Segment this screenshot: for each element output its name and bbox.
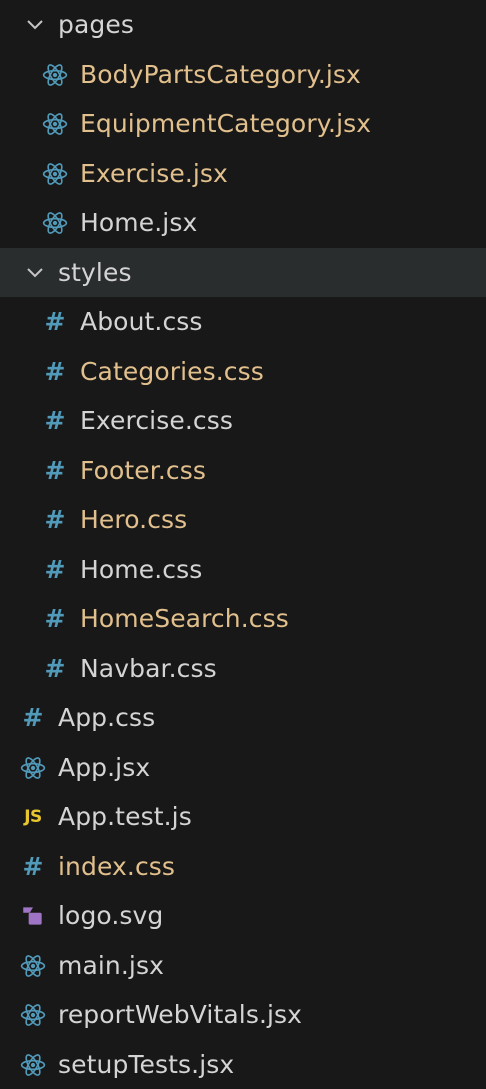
file-hero-css[interactable]: # Hero.css (0, 495, 486, 544)
file-app-css[interactable]: # App.css (0, 693, 486, 742)
file-label: Navbar.css (80, 654, 217, 683)
file-exercise-jsx[interactable]: Exercise.jsx (0, 149, 486, 198)
hash-icon: # (44, 307, 66, 336)
file-label: Home.jsx (80, 208, 198, 237)
hash-icon: # (44, 406, 66, 435)
file-label: HomeSearch.css (80, 604, 289, 633)
react-icon (20, 1002, 46, 1028)
file-exercise-css[interactable]: # Exercise.css (0, 396, 486, 445)
file-label: Exercise.jsx (80, 159, 228, 188)
react-icon (42, 111, 68, 137)
js-icon: JS (24, 806, 42, 827)
folder-pages[interactable]: pages (0, 0, 486, 49)
file-navbar-css[interactable]: # Navbar.css (0, 644, 486, 693)
file-label: Categories.css (80, 357, 264, 386)
file-about-css[interactable]: # About.css (0, 297, 486, 346)
react-icon (42, 62, 68, 88)
hash-icon: # (22, 703, 44, 732)
file-label: logo.svg (58, 901, 164, 930)
hash-icon: # (44, 357, 66, 386)
file-bodypartscategory-jsx[interactable]: BodyPartsCategory.jsx (0, 50, 486, 99)
file-footer-css[interactable]: # Footer.css (0, 446, 486, 495)
file-main-jsx[interactable]: main.jsx (0, 941, 486, 990)
file-label: reportWebVitals.jsx (58, 1000, 303, 1029)
file-label: App.test.js (58, 802, 192, 831)
file-homesearch-css[interactable]: # HomeSearch.css (0, 594, 486, 643)
file-label: Exercise.css (80, 406, 233, 435)
file-label: setupTests.jsx (58, 1050, 235, 1079)
file-label: BodyPartsCategory.jsx (80, 60, 361, 89)
file-logo-svg[interactable]: logo.svg (0, 891, 486, 940)
file-home-css[interactable]: # Home.css (0, 545, 486, 594)
folder-label: pages (58, 10, 134, 39)
file-index-css[interactable]: # index.css (0, 842, 486, 891)
folder-styles[interactable]: styles (0, 248, 486, 297)
chevron-down-icon[interactable] (22, 260, 48, 286)
chevron-down-icon[interactable] (22, 12, 48, 38)
hash-icon: # (44, 604, 66, 633)
file-label: About.css (80, 307, 203, 336)
file-equipmentcategory-jsx[interactable]: EquipmentCategory.jsx (0, 99, 486, 148)
hash-icon: # (44, 654, 66, 683)
react-icon (20, 953, 46, 979)
file-label: main.jsx (58, 951, 164, 980)
svg-file-icon (20, 903, 46, 929)
react-icon (42, 161, 68, 187)
hash-icon: # (44, 505, 66, 534)
file-label: App.jsx (58, 753, 151, 782)
folder-label: styles (58, 258, 132, 287)
file-label: Home.css (80, 555, 203, 584)
hash-icon: # (22, 852, 44, 881)
file-reportwebvitals-jsx[interactable]: reportWebVitals.jsx (0, 990, 486, 1039)
hash-icon: # (44, 456, 66, 485)
file-categories-css[interactable]: # Categories.css (0, 347, 486, 396)
hash-icon: # (44, 555, 66, 584)
file-label: EquipmentCategory.jsx (80, 109, 372, 138)
react-icon (42, 210, 68, 236)
file-label: Hero.css (80, 505, 188, 534)
react-icon (20, 755, 46, 781)
file-app-jsx[interactable]: App.jsx (0, 743, 486, 792)
file-setuptests-jsx[interactable]: setupTests.jsx (0, 1040, 486, 1089)
file-explorer-tree: pages BodyPartsCategory.jsx EquipmentCateg… (0, 0, 486, 1083)
file-app-test-js[interactable]: JS App.test.js (0, 792, 486, 841)
react-icon (20, 1052, 46, 1078)
file-home-jsx[interactable]: Home.jsx (0, 198, 486, 247)
file-label: index.css (58, 852, 176, 881)
file-label: App.css (58, 703, 156, 732)
file-label: Footer.css (80, 456, 206, 485)
